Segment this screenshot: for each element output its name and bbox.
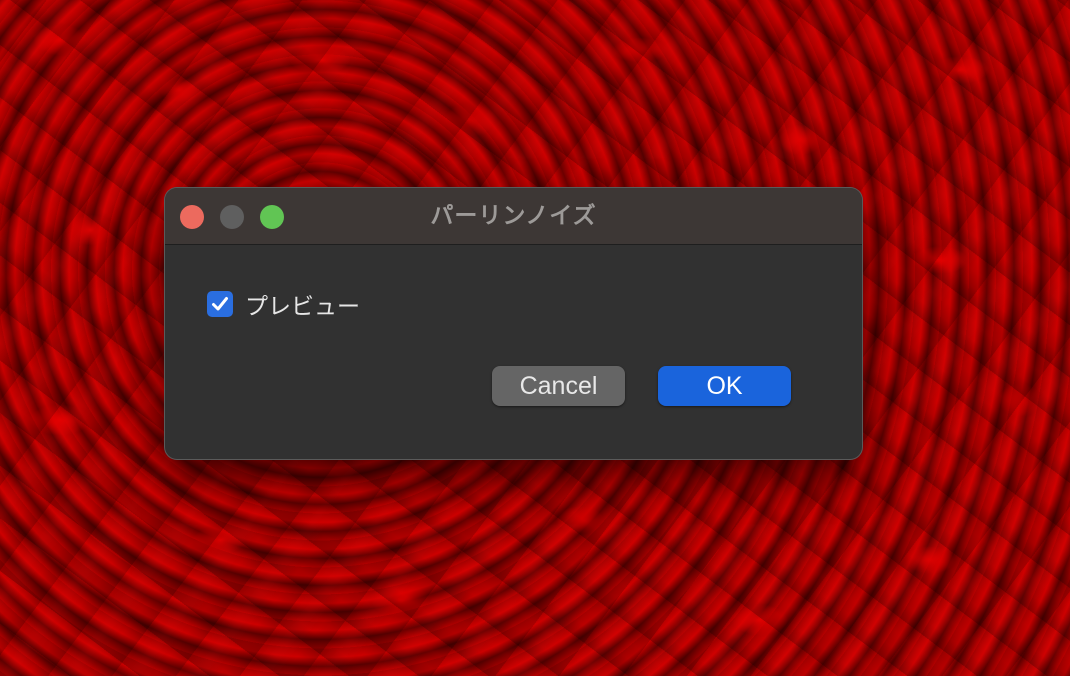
preview-label: プレビュー [245, 294, 360, 320]
title-bar[interactable]: パーリンノイズ [165, 188, 862, 245]
preview-checkbox[interactable] [207, 291, 233, 317]
cancel-button[interactable]: Cancel [492, 366, 625, 406]
ok-button[interactable]: OK [658, 366, 791, 406]
checkmark-icon [212, 297, 228, 311]
dialog-title: パーリンノイズ [430, 203, 597, 229]
perlin-noise-dialog: パーリンノイズ プレビュー Cancel OK [165, 188, 862, 459]
preview-option[interactable]: プレビュー [207, 289, 360, 320]
